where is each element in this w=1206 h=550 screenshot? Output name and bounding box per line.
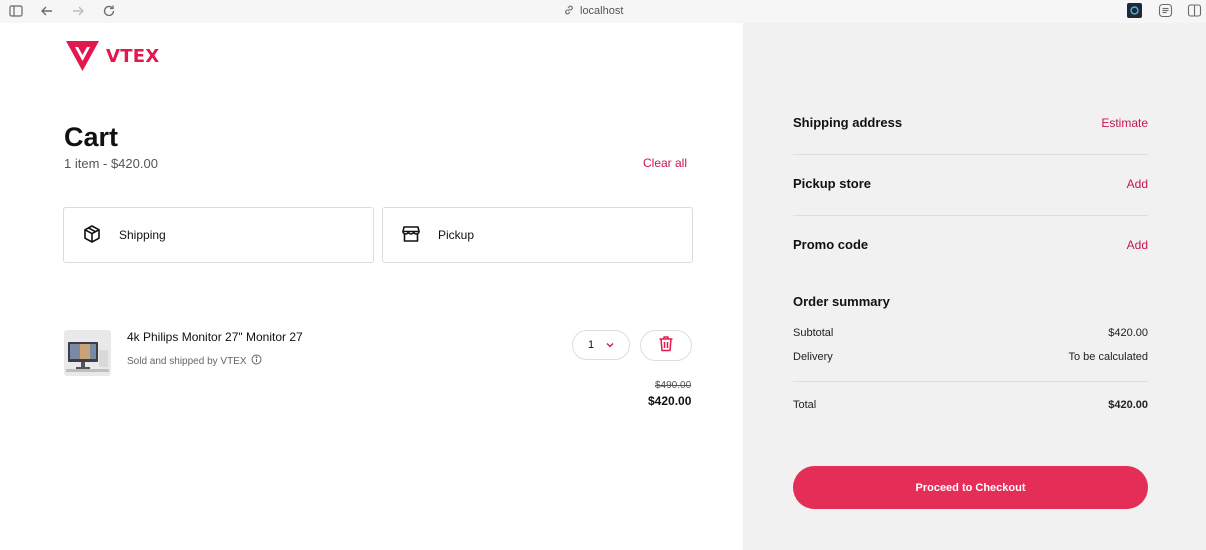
forward-arrow-icon[interactable]	[70, 3, 88, 21]
add-pickup-store-link[interactable]: Add	[1127, 177, 1148, 191]
divider	[793, 154, 1148, 155]
product-name[interactable]: 4k Philips Monitor 27" Monitor 27	[127, 330, 303, 344]
vtex-logo-icon	[66, 41, 99, 71]
browser-toolbar: localhost	[0, 0, 1206, 23]
subtotal-row: Subtotal $420.00	[793, 327, 1148, 339]
store-icon	[401, 224, 421, 247]
url-text: localhost	[580, 5, 624, 17]
reload-icon[interactable]	[101, 3, 119, 21]
cart-summary-text: 1 item - $420.00	[64, 156, 158, 171]
item-price: $420.00	[648, 394, 692, 408]
extension-icon[interactable]	[1127, 3, 1143, 19]
seller-text: Sold and shipped by VTEX	[127, 355, 247, 367]
link-icon	[563, 4, 575, 19]
add-promo-code-link[interactable]: Add	[1127, 238, 1148, 252]
subtotal-label: Subtotal	[793, 327, 834, 339]
subtotal-value: $420.00	[1108, 327, 1148, 339]
chevron-down-icon	[606, 339, 614, 351]
split-view-icon[interactable]	[1187, 3, 1203, 19]
pickup-store-row: Pickup store Add	[793, 176, 1148, 191]
total-row: Total $420.00	[793, 399, 1148, 411]
reader-icon[interactable]	[1158, 3, 1174, 19]
estimate-link[interactable]: Estimate	[1101, 116, 1148, 130]
pickup-option[interactable]: Pickup	[382, 207, 693, 263]
delivery-label: Delivery	[793, 351, 833, 363]
shipping-option[interactable]: Shipping	[63, 207, 374, 263]
remove-item-button[interactable]	[640, 330, 692, 361]
logo-text: VTEX	[106, 45, 160, 67]
divider	[793, 215, 1148, 216]
divider	[793, 381, 1148, 382]
delivery-row: Delivery To be calculated	[793, 351, 1148, 363]
promo-code-label: Promo code	[793, 237, 869, 252]
cart-panel: VTEX Cart 1 item - $420.00 Clear all Shi…	[0, 23, 743, 550]
seller-info: Sold and shipped by VTEX	[127, 354, 262, 368]
trash-icon	[658, 335, 674, 357]
vtex-logo[interactable]: VTEX	[64, 40, 160, 72]
order-summary-title: Order summary	[793, 294, 890, 309]
box-icon	[82, 224, 102, 247]
total-label: Total	[793, 399, 817, 411]
total-value: $420.00	[1108, 399, 1148, 411]
clear-all-link[interactable]: Clear all	[643, 156, 687, 170]
back-arrow-icon[interactable]	[39, 3, 57, 21]
page-title: Cart	[64, 122, 119, 152]
quantity-value: 1	[587, 339, 595, 351]
sidebar-toggle-icon[interactable]	[8, 3, 26, 21]
product-image[interactable]	[64, 330, 111, 376]
pickup-store-label: Pickup store	[793, 176, 872, 191]
proceed-to-checkout-button[interactable]: Proceed to Checkout	[793, 466, 1148, 509]
address-bar[interactable]: localhost	[563, 3, 623, 19]
quantity-selector[interactable]: 1	[572, 330, 630, 360]
promo-code-row: Promo code Add	[793, 237, 1148, 252]
info-icon[interactable]	[251, 354, 262, 368]
pickup-option-label: Pickup	[438, 228, 475, 242]
list-price: $490.00	[655, 380, 692, 391]
shipping-option-label: Shipping	[119, 228, 166, 242]
delivery-value: To be calculated	[1068, 351, 1149, 363]
order-sidebar: Shipping address Estimate Pickup store A…	[743, 23, 1206, 550]
shipping-address-label: Shipping address	[793, 115, 903, 130]
shipping-address-row: Shipping address Estimate	[793, 115, 1148, 130]
